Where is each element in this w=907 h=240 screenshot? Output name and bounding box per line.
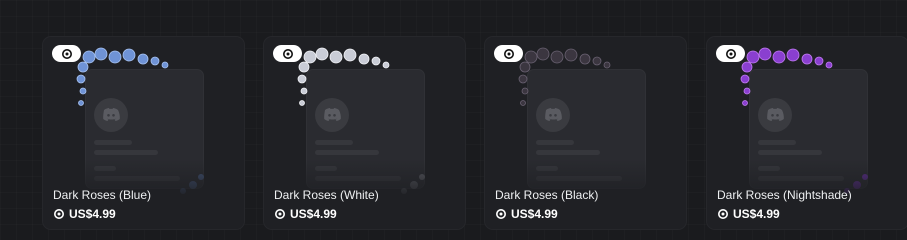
avatar bbox=[94, 98, 128, 132]
placeholder-line bbox=[758, 150, 822, 155]
orb-icon bbox=[503, 48, 514, 59]
orb-icon bbox=[54, 209, 64, 219]
price-label: US$4.99 bbox=[733, 207, 780, 221]
shop-item-card-white[interactable]: Dark Roses (White) US$4.99 bbox=[263, 36, 466, 230]
discord-icon bbox=[324, 108, 341, 121]
orb-badge bbox=[52, 45, 81, 62]
placeholder-line bbox=[536, 150, 600, 155]
placeholder-line bbox=[315, 150, 379, 155]
avatar bbox=[315, 98, 349, 132]
price-label: US$4.99 bbox=[69, 207, 116, 221]
orb-badge bbox=[273, 45, 302, 62]
orb-icon bbox=[275, 209, 285, 219]
item-name: Dark Roses (Nightshade) bbox=[717, 188, 852, 202]
placeholder-line bbox=[94, 150, 158, 155]
discord-icon bbox=[103, 108, 120, 121]
item-price: US$4.99 bbox=[717, 207, 780, 221]
placeholder-line bbox=[536, 140, 574, 145]
item-name: Dark Roses (Black) bbox=[495, 188, 599, 202]
discord-icon bbox=[545, 108, 562, 121]
orb-badge bbox=[716, 45, 745, 62]
placeholder-line bbox=[94, 140, 132, 145]
shop-item-card-nightshade[interactable]: Dark Roses (Nightshade) US$4.99 bbox=[706, 36, 907, 230]
shop-item-card-blue[interactable]: Dark Roses (Blue) US$4.99 bbox=[42, 36, 245, 230]
orb-icon bbox=[496, 209, 506, 219]
placeholder-line bbox=[315, 140, 353, 145]
item-price: US$4.99 bbox=[495, 207, 558, 221]
item-price: US$4.99 bbox=[274, 207, 337, 221]
orb-badge bbox=[494, 45, 523, 62]
price-label: US$4.99 bbox=[290, 207, 337, 221]
placeholder-line bbox=[758, 140, 796, 145]
orb-icon bbox=[282, 48, 293, 59]
orb-icon bbox=[725, 48, 736, 59]
item-name: Dark Roses (Blue) bbox=[53, 188, 152, 202]
shop-item-card-black[interactable]: Dark Roses (Black) US$4.99 bbox=[484, 36, 687, 230]
avatar bbox=[758, 98, 792, 132]
orb-icon bbox=[61, 48, 72, 59]
price-label: US$4.99 bbox=[511, 207, 558, 221]
avatar bbox=[536, 98, 570, 132]
orb-icon bbox=[718, 209, 728, 219]
item-name: Dark Roses (White) bbox=[274, 188, 379, 202]
discord-icon bbox=[767, 108, 784, 121]
item-price: US$4.99 bbox=[53, 207, 116, 221]
